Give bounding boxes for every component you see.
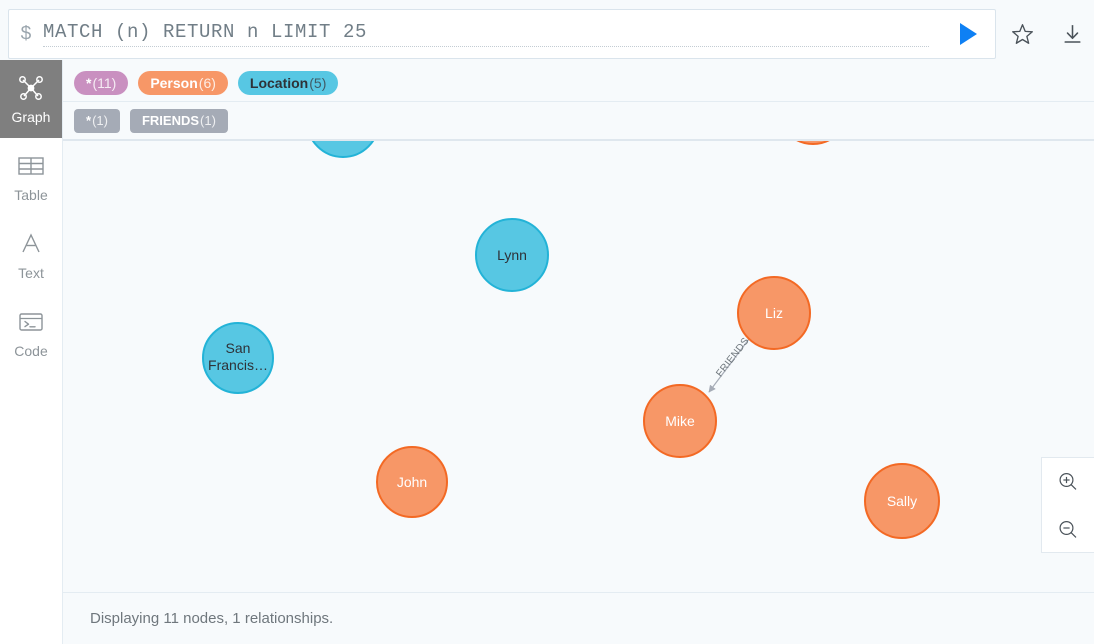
legend-pill-count: (6) <box>198 74 216 91</box>
text-icon <box>19 229 43 259</box>
query-input[interactable]: MATCH (n) RETURN n LIMIT 25 <box>43 21 929 47</box>
zoom-out-button[interactable] <box>1042 506 1094 554</box>
sidebar-item-label: Code <box>14 343 48 359</box>
legend-row-node-labels: * (11) Person (6) Location (5) <box>0 64 1094 102</box>
legend-row-relationship-types: * (1) FRIENDS (1) <box>0 102 1094 140</box>
table-icon <box>17 151 45 181</box>
node-sally[interactable]: Sally <box>864 463 940 539</box>
legend-pill-count: (5) <box>309 74 327 91</box>
sidebar-item-code[interactable]: Code <box>0 294 62 372</box>
sidebar-item-graph[interactable]: Graph <box>0 60 62 138</box>
sidebar-item-label: Text <box>18 265 44 281</box>
status-bar: Displaying 11 nodes, 1 relationships. <box>62 592 1094 644</box>
sidebar-item-text[interactable]: Text <box>0 216 62 294</box>
legend: * (11) Person (6) Location (5) * (1) FRIENDS… <box>0 64 1094 140</box>
download-button[interactable] <box>1056 18 1088 50</box>
relationship-friends[interactable]: FRIENDS <box>708 336 752 393</box>
legend-pill-count: (11) <box>92 74 117 91</box>
node-mike[interactable]: Mike <box>643 384 717 458</box>
run-query-button[interactable] <box>941 10 995 58</box>
legend-pill-friends[interactable]: FRIENDS (1) <box>129 108 228 133</box>
play-icon <box>960 23 977 45</box>
sidebar-item-table[interactable]: Table <box>0 138 62 216</box>
download-icon <box>1063 24 1081 43</box>
node-san-francisco[interactable]: San Francis… <box>202 322 274 394</box>
legend-pill-name: FRIENDS <box>141 112 200 128</box>
legend-pill-all-relationships[interactable]: * (1) <box>74 108 120 133</box>
zoom-controls <box>1041 457 1094 553</box>
view-switcher-sidebar: Graph Table Text Code <box>0 60 63 644</box>
prompt-sigil: $ <box>20 22 32 45</box>
query-input-box[interactable]: $ MATCH (n) RETURN n LIMIT 25 <box>8 9 996 59</box>
star-icon <box>1011 23 1033 44</box>
legend-pill-name: Person <box>150 74 198 91</box>
neo4j-browser-result-frame: $ MATCH (n) RETURN n LIMIT 25 * (11) Per… <box>0 0 1094 644</box>
node-john[interactable]: John <box>376 446 448 518</box>
favorite-button[interactable] <box>1006 18 1038 50</box>
sidebar-item-label: Graph <box>11 109 51 125</box>
node-lynn[interactable]: Lynn <box>475 218 549 292</box>
zoom-in-button[interactable] <box>1042 458 1094 506</box>
zoom-out-icon <box>1059 520 1077 538</box>
legend-pill-all-nodes[interactable]: * (11) <box>74 70 129 95</box>
node-liz[interactable]: Liz <box>737 276 811 350</box>
code-icon <box>17 307 45 337</box>
graph-icon <box>16 73 46 103</box>
node-location-clipped-top[interactable] <box>307 141 379 158</box>
graph-svg: FRIENDS Lynn Liz San Francis… Mike John … <box>202 141 940 539</box>
legend-pill-name: * <box>86 74 92 91</box>
legend-pill-count: (1) <box>200 112 216 128</box>
relationship-label: FRIENDS <box>714 336 751 380</box>
sidebar-item-label: Table <box>14 187 48 203</box>
query-editor-bar: $ MATCH (n) RETURN n LIMIT 25 <box>0 0 1094 64</box>
legend-pill-name: Location <box>249 74 309 91</box>
zoom-in-icon <box>1059 472 1077 490</box>
legend-pill-location[interactable]: Location (5) <box>237 70 339 95</box>
status-text: Displaying 11 nodes, 1 relationships. <box>90 610 334 627</box>
legend-pill-person[interactable]: Person (6) <box>138 70 228 95</box>
graph-visualization-canvas[interactable]: FRIENDS Lynn Liz San Francis… Mike John … <box>62 140 1094 593</box>
legend-pill-count: (1) <box>92 112 108 128</box>
node-person-clipped-top[interactable] <box>778 141 848 145</box>
legend-pill-name: * <box>86 112 92 128</box>
